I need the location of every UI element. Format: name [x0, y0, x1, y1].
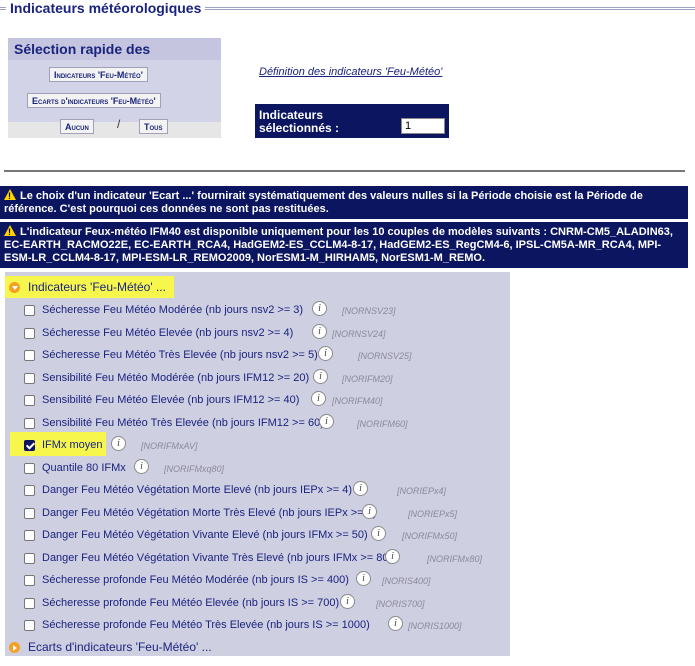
group-ecarts-label: Ecarts d'indicateurs 'Feu-Météo' ... [28, 640, 212, 654]
indicator-code: [NORIFM40] [332, 396, 383, 406]
indicator-code: [NORIS700] [376, 598, 425, 609]
indicator-checkbox[interactable] [24, 395, 35, 406]
indicator-code: [NORIS400] [382, 576, 431, 586]
indicator-code: [NORNSV23] [342, 306, 396, 316]
indicator-label: Sécheresse profonde Feu Météo Modérée (n… [42, 574, 349, 586]
indicator-checkbox[interactable] [24, 372, 35, 384]
indicator-checkbox[interactable] [24, 552, 35, 564]
group-feu-meteo-label: Indicateurs 'Feu-Météo' ... [28, 280, 166, 294]
indicator-code: [NORIEPx4] [397, 486, 447, 496]
info-icon[interactable]: i [319, 413, 334, 429]
divider [4, 170, 685, 172]
indicator-code: [NORNSV24] [332, 328, 386, 339]
group-feu-meteo-header[interactable]: Indicateurs 'Feu-Météo' ... [5, 276, 174, 298]
alert-ecart-text: Le choix d'un indicateur 'Ecart ...' fou… [4, 190, 643, 215]
button-separator: / [117, 117, 121, 131]
indicator-checkbox[interactable] [24, 462, 35, 474]
selected-count-input[interactable] [401, 118, 445, 134]
info-icon[interactable]: i [385, 548, 400, 564]
section-title: Indicateurs météorologiques [6, 0, 206, 16]
chevron-right-icon [9, 642, 20, 653]
alert-ifm40: L'indicateur Feux-météo IFM40 est dispon… [0, 222, 688, 268]
quick-selection-title: Sélection rapide des Indicateurs [8, 38, 221, 79]
alert-ifm40-text: L'indicateur Feux-météo IFM40 est dispon… [4, 226, 673, 264]
info-icon[interactable]: i [313, 368, 328, 384]
indicator-checkbox[interactable] [24, 305, 35, 316]
indicator-label: Danger Feu Météo Végétation Morte Très E… [42, 506, 377, 519]
indicator-checkbox[interactable] [24, 575, 35, 586]
info-icon[interactable]: i [312, 323, 327, 339]
select-none-button[interactable]: Aucun [60, 119, 94, 134]
indicator-label: Quantile 80 IFMx [42, 461, 126, 474]
indicator-label: Danger Feu Météo Végétation Vivante Elev… [42, 529, 368, 541]
definition-link[interactable]: Définition des indicateurs 'Feu-Météo' [259, 66, 442, 78]
group-ecarts-header[interactable]: Ecarts d'indicateurs 'Feu-Météo' ... [5, 636, 220, 658]
info-icon[interactable]: i [312, 301, 327, 316]
indicator-label: Sensibilité Feu Météo Modérée (nb jours … [42, 371, 310, 384]
select-ecarts-button[interactable]: Ecarts d'indicateurs 'Feu-Météo' [27, 93, 161, 108]
select-feu-meteo-button[interactable]: Indicateurs 'Feu-Météo' [49, 67, 148, 82]
indicator-checkbox[interactable] [24, 507, 35, 519]
indicator-label: Sensibilité Feu Météo Très Elevée (nb jo… [42, 416, 324, 429]
indicator-checkbox[interactable] [24, 327, 35, 339]
selected-count-label: Indicateurs sélectionnés : [259, 108, 340, 135]
indicator-label: Sécheresse Feu Météo Très Elevée (nb jou… [42, 349, 318, 361]
select-all-button[interactable]: Tous [139, 119, 168, 134]
indicator-label: IFMx moyen [42, 439, 103, 451]
indicator-checkbox[interactable] [24, 417, 35, 429]
info-icon[interactable]: i [311, 391, 326, 406]
indicator-label: Danger Feu Météo Végétation Vivante Très… [42, 551, 393, 564]
indicator-code: [NORIFMx80] [427, 553, 483, 564]
info-icon[interactable]: i [388, 616, 403, 631]
selected-count-box: Indicateurs sélectionnés : [255, 104, 449, 138]
indicator-code: [NORIFMxq80] [164, 463, 225, 474]
indicator-code: [NORIFM60] [357, 418, 408, 429]
indicator-code: [NORIFM20] [342, 373, 393, 384]
warning-icon [4, 225, 16, 239]
indicator-code: [NORNSV25] [358, 351, 412, 361]
quick-selection-box: Sélection rapide des Indicateurs Indicat… [8, 38, 221, 138]
indicator-code: [NORIFMxAV] [141, 441, 198, 451]
indicator-label: Sensibilité Feu Météo Elevée (nb jours I… [42, 394, 300, 406]
info-icon[interactable]: i [340, 593, 355, 609]
warning-icon [4, 189, 16, 203]
indicator-label: Sécheresse Feu Météo Modérée (nb jours n… [42, 304, 304, 316]
info-icon[interactable]: i [353, 481, 368, 496]
info-icon[interactable]: i [111, 436, 126, 451]
info-icon[interactable]: i [362, 503, 377, 519]
indicator-label: Danger Feu Météo Végétation Morte Elevé … [42, 484, 352, 496]
indicator-label: Sécheresse profonde Feu Météo Elevée (nb… [42, 596, 340, 609]
info-icon[interactable]: i [318, 346, 333, 361]
alert-ecart: Le choix d'un indicateur 'Ecart ...' fou… [0, 186, 688, 219]
indicator-label: Sécheresse profonde Feu Météo Très Elevé… [42, 619, 370, 631]
indicator-label: Sécheresse Feu Météo Elevée (nb jours ns… [42, 326, 294, 339]
indicator-checkbox[interactable] [24, 440, 35, 451]
indicator-checkbox[interactable] [24, 485, 35, 496]
indicator-checkbox[interactable] [24, 620, 35, 631]
indicator-checkbox[interactable] [24, 350, 35, 361]
info-icon[interactable]: i [356, 571, 371, 586]
indicator-checkbox[interactable] [24, 530, 35, 541]
quick-selection-buttons: Indicateurs 'Feu-Météo' Ecarts d'indicat… [8, 60, 221, 122]
indicator-code: [NORIFMx50] [402, 531, 458, 541]
indicator-code: [NORIEPx5] [408, 508, 458, 519]
indicator-checkbox[interactable] [24, 597, 35, 609]
info-icon[interactable]: i [134, 458, 149, 474]
info-icon[interactable]: i [371, 526, 386, 541]
chevron-down-icon [9, 282, 20, 293]
indicator-code: [NORIS1000] [408, 621, 462, 631]
